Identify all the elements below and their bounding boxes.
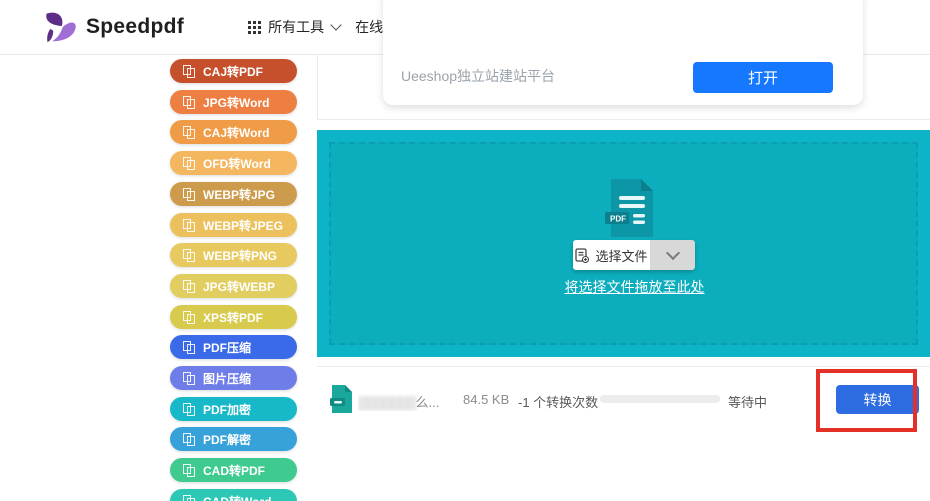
sidebar-item-ofd-to-word[interactable]: OFD转Word [170, 151, 297, 175]
file-add-icon [575, 247, 590, 263]
doc-convert-icon [183, 125, 195, 139]
sidebar-item-label: WEBP转JPG [203, 187, 276, 202]
sidebar-item-label: WEBP转PNG [203, 248, 278, 263]
chevron-down-icon [665, 245, 680, 261]
doc-convert-icon [183, 463, 195, 477]
choose-file-split-button: 选择文件 [573, 240, 695, 270]
doc-convert-icon [183, 494, 195, 501]
file-size: 84.5 KB [463, 392, 510, 407]
speedpdf-page: Speedpdf 所有工具 在线转换 文库 压缩 安全 合并 [0, 0, 930, 501]
file-name-tail: 么... [415, 395, 440, 410]
sidebar-item-jpg-to-webp[interactable]: JPG转WEBP [170, 274, 297, 298]
sidebar-item-jpg-to-word[interactable]: JPG转Word [170, 90, 297, 114]
brand-name: Speedpdf [86, 15, 185, 38]
status-text: 等待中 [728, 395, 768, 410]
sidebar-item-label: JPG转WEBP [203, 279, 276, 294]
brand-logo[interactable]: Speedpdf [38, 10, 184, 44]
sidebar-item-caj-to-pdf[interactable]: CAJ转PDF [170, 59, 297, 83]
svg-text:PDF: PDF [610, 215, 626, 224]
sidebar-item-label: WEBP转JPEG [203, 218, 284, 233]
convert-button[interactable]: 转换 [836, 385, 919, 414]
ad-banner-card: Ueeshop独立站建站平台 打开 [383, 0, 863, 105]
file-name-censored: ▒▒▒▒▒▒▒ [358, 395, 416, 410]
file-name: ▒▒▒▒▒▒▒么... [358, 392, 460, 411]
sidebar-item-label: PDF压缩 [203, 340, 252, 355]
sidebar-item-cad-to-word[interactable]: CAD转Word [170, 489, 297, 501]
sidebar-item-caj-to-word[interactable]: CAJ转Word [170, 120, 297, 144]
sidebar-item-image-compress[interactable]: 图片压缩 [170, 366, 297, 390]
progress-bar [600, 395, 720, 403]
drop-hint-text[interactable]: 将选择文件拖放至此处 [317, 277, 930, 297]
lock-doc-icon [183, 432, 195, 446]
sidebar-item-label: CAD转PDF [203, 463, 265, 478]
sidebar-item-xps-to-pdf[interactable]: XPS转PDF [170, 305, 297, 329]
doc-convert-icon [183, 95, 195, 109]
nav-item-all-tools[interactable]: 所有工具 [248, 17, 342, 37]
doc-convert-icon [183, 310, 195, 324]
doc-convert-icon [183, 340, 195, 354]
sidebar-item-label: CAJ转Word [203, 125, 270, 140]
open-button[interactable]: 打开 [693, 62, 833, 93]
chevron-down-icon [330, 19, 342, 31]
upload-dropzone[interactable]: PDF 选择文件 将选择文件拖放至此处 [317, 130, 930, 357]
choose-file-dropdown-toggle[interactable] [650, 240, 695, 270]
doc-convert-icon [183, 218, 195, 232]
sidebar-item-pdf-encrypt[interactable]: PDF加密 [170, 397, 297, 421]
doc-convert-icon [183, 156, 195, 170]
sidebar-item-label: PDF加密 [203, 402, 252, 417]
queue-divider [317, 366, 930, 367]
choose-file-label: 选择文件 [595, 248, 648, 264]
grid-icon [248, 20, 252, 24]
sidebar-item-webp-to-png[interactable]: WEBP转PNG [170, 243, 297, 267]
sidebar-item-cad-to-pdf[interactable]: CAD转PDF [170, 458, 297, 482]
doc-convert-icon [183, 279, 195, 293]
sidebar-item-label: 图片压缩 [203, 371, 252, 386]
sidebar-item-label: CAJ转PDF [203, 64, 264, 79]
document-icon [330, 385, 352, 413]
banner-divider [317, 119, 930, 120]
doc-convert-icon [183, 64, 195, 78]
sidebar-item-label: JPG转Word [203, 95, 270, 110]
sidebar-item-label: PDF解密 [203, 432, 252, 447]
butterfly-logo-icon [38, 10, 78, 44]
ad-banner-text: Ueeshop独立站建站平台 [401, 68, 556, 84]
sidebar-item-label: OFD转Word [203, 156, 271, 171]
sidebar-item-label: XPS转PDF [203, 310, 264, 325]
sidebar-item-webp-to-jpeg[interactable]: WEBP转JPEG [170, 213, 297, 237]
sidebar-item-webp-to-jpg[interactable]: WEBP转JPG [170, 182, 297, 206]
doc-convert-icon [183, 371, 195, 385]
lock-doc-icon [183, 402, 195, 416]
conversion-quota: -1 个转换次数 [518, 395, 599, 410]
choose-file-button[interactable]: 选择文件 [573, 240, 650, 270]
sidebar-item-pdf-compress[interactable]: PDF压缩 [170, 335, 297, 359]
pdf-file-icon: PDF [605, 179, 657, 237]
nav-label: 所有工具 [268, 19, 325, 35]
sidebar-item-label: CAD转Word [203, 493, 271, 501]
content-left-divider [317, 55, 318, 120]
sidebar-item-pdf-decrypt[interactable]: PDF解密 [170, 427, 297, 451]
doc-convert-icon [183, 187, 195, 201]
doc-convert-icon [183, 248, 195, 262]
